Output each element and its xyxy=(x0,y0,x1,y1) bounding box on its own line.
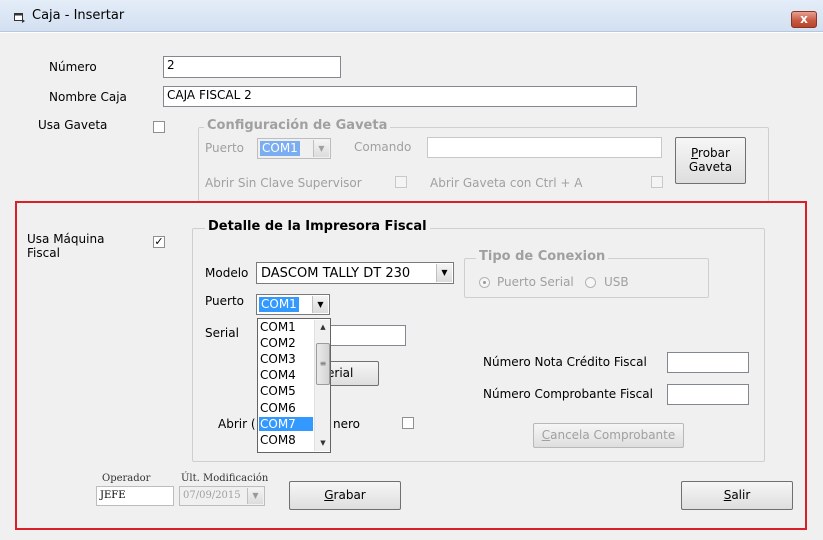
abrir-ctrl-a-label: Abrir Gaveta con Ctrl + A xyxy=(430,176,583,190)
scroll-down-icon[interactable]: ▼ xyxy=(315,436,331,451)
gaveta-puerto-label: Puerto xyxy=(205,141,244,155)
list-item[interactable]: COM3 xyxy=(259,352,313,366)
usb-radio[interactable] xyxy=(585,277,596,288)
abrir-label-right: nero xyxy=(333,417,360,431)
puerto-serial-radio[interactable] xyxy=(479,277,490,288)
gaveta-config-title: Configuración de Gaveta xyxy=(204,118,391,133)
ultima-modificacion-value: 07/09/2015 xyxy=(183,490,241,501)
gaveta-puerto-select[interactable]: COM1 ▼ xyxy=(257,138,331,159)
serial-label: Serial xyxy=(205,326,239,340)
chevron-down-icon: ▼ xyxy=(312,296,328,313)
impresora-fiscal-title: Detalle de la Impresora Fiscal xyxy=(205,219,430,234)
modelo-select[interactable]: DASCOM TALLY DT 230 ▼ xyxy=(256,262,454,284)
usa-maquina-fiscal-label: Usa Máquina Fiscal xyxy=(27,232,105,260)
chevron-down-icon: ▼ xyxy=(247,488,263,504)
operador-input: JEFE xyxy=(96,486,174,506)
usa-gaveta-label: Usa Gaveta xyxy=(38,118,108,132)
ultima-modificacion-select: 07/09/2015 ▼ xyxy=(179,486,265,506)
probar-gaveta-button[interactable]: Probar Gaveta xyxy=(675,137,746,184)
list-scrollbar[interactable]: ▲ ≡ ▼ xyxy=(314,320,330,451)
comando-label: Comando xyxy=(354,140,412,154)
impresora-puerto-label: Puerto xyxy=(205,294,244,308)
scroll-up-icon[interactable]: ▲ xyxy=(315,320,331,335)
window-title: Caja - Insertar xyxy=(32,8,125,23)
abrir-gaveta-fiscal-checkbox[interactable] xyxy=(402,417,414,429)
operador-label: Operador xyxy=(102,473,151,484)
modelo-value: DASCOM TALLY DT 230 xyxy=(261,266,411,281)
impresora-puerto-value: COM1 xyxy=(259,297,299,312)
abrir-sin-clave-checkbox[interactable] xyxy=(395,176,407,188)
nombre-caja-input[interactable]: CAJA FISCAL 2 xyxy=(163,86,637,107)
abrir-sin-clave-label: Abrir Sin Clave Supervisor xyxy=(205,176,362,190)
list-item[interactable]: COM1 xyxy=(259,320,313,334)
title-bar: Caja - Insertar x xyxy=(0,0,823,32)
abrir-ctrl-a-checkbox[interactable] xyxy=(651,176,663,188)
usb-label: USB xyxy=(604,275,629,289)
nota-credito-input[interactable] xyxy=(667,352,749,373)
cancela-comprobante-button[interactable]: Cancela Comprobante xyxy=(533,423,684,448)
nota-credito-label: Número Nota Crédito Fiscal xyxy=(483,355,647,369)
puerto-dropdown-list[interactable]: COM1 COM2 COM3 COM4 COM5 COM6 COM7 COM8 … xyxy=(257,318,331,453)
close-icon: x xyxy=(800,12,808,26)
gaveta-puerto-value: COM1 xyxy=(260,141,300,156)
salir-button[interactable]: Salir xyxy=(681,481,793,510)
comprobante-input[interactable] xyxy=(667,384,749,405)
chevron-down-icon: ▼ xyxy=(313,140,329,157)
comprobante-label: Número Comprobante Fiscal xyxy=(483,387,653,401)
numero-label: Número xyxy=(49,60,97,74)
puerto-serial-label: Puerto Serial xyxy=(497,275,574,289)
comando-input[interactable] xyxy=(427,137,662,158)
list-item-selected[interactable]: COM7 xyxy=(259,417,313,431)
scroll-thumb[interactable]: ≡ xyxy=(316,343,330,385)
nombre-caja-label: Nombre Caja xyxy=(49,90,127,104)
ultima-modificacion-label: Últ. Modificación xyxy=(181,473,269,484)
window-icon xyxy=(14,13,25,23)
list-item[interactable]: COM5 xyxy=(259,384,313,398)
list-item[interactable]: COM2 xyxy=(259,336,313,350)
usa-maquina-fiscal-checkbox[interactable]: ✓ xyxy=(153,236,165,248)
serial-input[interactable] xyxy=(330,325,406,346)
list-item[interactable]: COM8 xyxy=(259,433,313,447)
tipo-conexion-title: Tipo de Conexion xyxy=(476,249,609,264)
abrir-label-left: Abrir ( xyxy=(218,417,256,431)
chevron-down-icon: ▼ xyxy=(436,264,452,282)
impresora-puerto-select[interactable]: COM1 ▼ xyxy=(256,294,330,315)
list-item[interactable]: COM4 xyxy=(259,368,313,382)
usa-gaveta-checkbox[interactable] xyxy=(153,121,165,133)
close-button[interactable]: x xyxy=(791,11,817,28)
modelo-label: Modelo xyxy=(205,266,249,280)
list-item[interactable]: COM6 xyxy=(259,401,313,415)
numero-input[interactable]: 2 xyxy=(163,56,341,78)
grabar-button[interactable]: Grabar xyxy=(289,481,401,510)
